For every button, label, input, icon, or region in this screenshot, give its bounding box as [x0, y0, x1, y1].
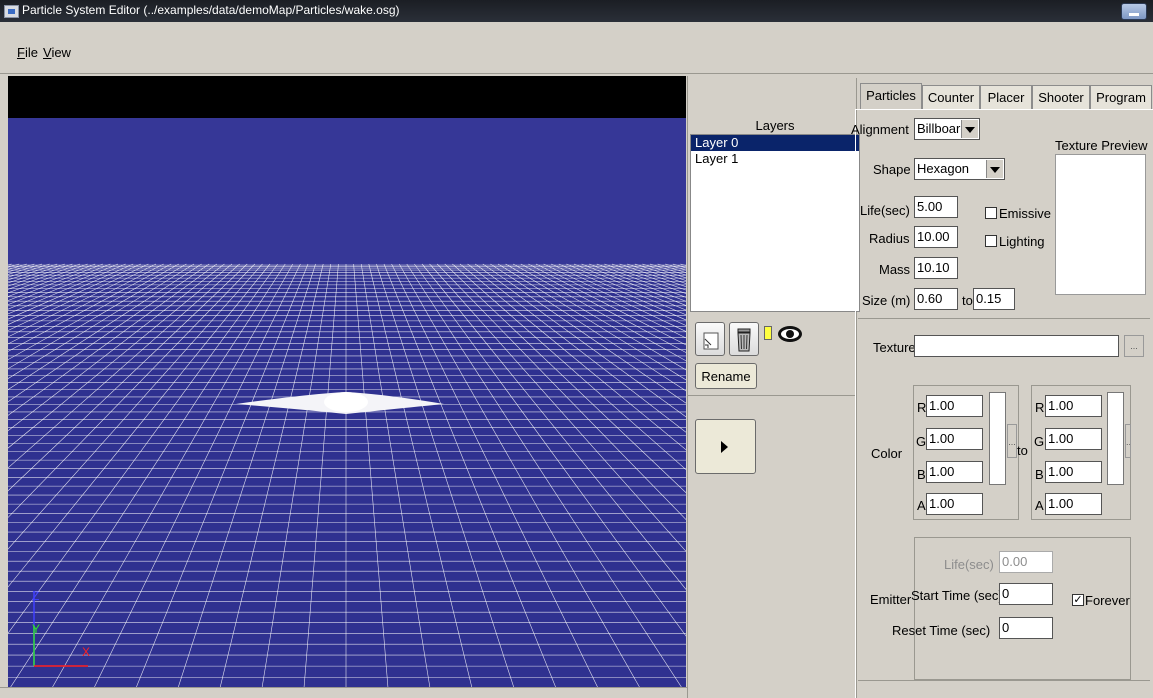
color-to-g-label: G [1034, 434, 1045, 449]
title-bar: Particle System Editor (../examples/data… [0, 0, 1153, 22]
color-label: Color [871, 446, 903, 461]
layers-list[interactable]: Layer 0 Layer 1 [690, 134, 860, 312]
color-to-b-label: B [1035, 467, 1044, 482]
color-to-picker-button[interactable]: ... [1125, 424, 1131, 458]
visibility-toggle[interactable] [774, 322, 808, 348]
checkmark-icon: ✓ [1073, 594, 1083, 606]
menu-view[interactable]: View [43, 45, 71, 60]
color-from-r-label: R [917, 400, 927, 415]
rename-button[interactable]: Rename [695, 363, 757, 389]
tab-placer[interactable]: Placer [980, 85, 1032, 109]
emitter-label: Emitter [870, 592, 912, 607]
layer-item-0[interactable]: Layer 0 [691, 135, 859, 151]
chevron-down-icon [961, 120, 978, 138]
color-from-g-label: G [916, 434, 927, 449]
radius-label: Radius [869, 231, 910, 246]
particle-core [324, 392, 368, 412]
size-to-input[interactable]: 0.15 [973, 288, 1015, 310]
app-icon [4, 5, 19, 18]
color-from-picker-button[interactable]: ... [1007, 424, 1017, 458]
size-from-input[interactable]: 0.60 [914, 288, 958, 310]
tab-program[interactable]: Program [1090, 85, 1152, 109]
axis-x-label: X [82, 645, 91, 659]
life-label: Life(sec) [860, 203, 910, 218]
texture-input[interactable] [914, 335, 1119, 357]
mass-label: Mass [879, 262, 911, 277]
radius-input[interactable]: 10.00 [914, 226, 958, 248]
color-to-label: to [1017, 443, 1028, 458]
viewport-divider [687, 76, 688, 698]
life-input[interactable]: 5.00 [914, 196, 958, 218]
color-to-preview-slider[interactable] [1107, 392, 1124, 485]
size-to-label: to [962, 293, 973, 308]
shape-value: Hexagon [917, 161, 970, 176]
color-to-b-input[interactable]: 1.00 [1045, 461, 1102, 483]
texture-label: Texture [873, 340, 916, 355]
bottom-divider [858, 680, 1150, 681]
delete-layer-button[interactable] [729, 322, 759, 356]
tab-particles[interactable]: Particles [860, 83, 922, 110]
color-from-g-input[interactable]: 1.00 [926, 428, 983, 450]
texture-browse-button[interactable]: ... [1124, 335, 1144, 357]
minimize-button[interactable] [1121, 3, 1147, 20]
color-from-b-label: B [917, 467, 926, 482]
menu-bar: File View [0, 33, 1153, 74]
new-layer-icon [703, 332, 719, 350]
3d-viewport[interactable]: Z Y X [8, 76, 686, 688]
alignment-label: Alignment [851, 122, 909, 137]
window-title: Particle System Editor (../examples/data… [22, 3, 400, 17]
color-from-b-input[interactable]: 1.00 [926, 461, 983, 483]
color-from-preview-slider[interactable] [989, 392, 1006, 485]
emitter-life-input: 0.00 [999, 551, 1053, 573]
start-time-label: Start Time (sec) [911, 588, 1003, 603]
color-to-g-input[interactable]: 1.00 [1045, 428, 1102, 450]
texture-preview [1055, 154, 1146, 295]
viewport-ground [8, 264, 686, 688]
alignment-value: Billboard [917, 121, 968, 136]
forever-checkbox[interactable]: ✓ [1072, 594, 1084, 606]
emitter-life-label: Life(sec) [944, 557, 994, 572]
emissive-label: Emissive [999, 206, 1052, 221]
alignment-select[interactable]: Billboard [914, 118, 980, 140]
mass-input[interactable]: 10.10 [914, 257, 958, 279]
layer-color-swatch[interactable] [764, 326, 772, 340]
viewport-sky [8, 118, 686, 264]
layers-title: Layers [755, 118, 795, 133]
color-to-a-label: A [1035, 498, 1044, 513]
start-time-input[interactable]: 0 [999, 583, 1053, 605]
lighting-label: Lighting [999, 234, 1045, 249]
texture-preview-label: Texture Preview [1055, 138, 1148, 153]
color-to-r-input[interactable]: 1.00 [1045, 395, 1102, 417]
color-to-r-label: R [1035, 400, 1045, 415]
lighting-checkbox[interactable] [985, 235, 997, 247]
color-to-a-input[interactable]: 1.00 [1045, 493, 1102, 515]
size-label: Size (m) [862, 293, 911, 308]
reset-time-input[interactable]: 0 [999, 617, 1053, 639]
reset-time-label: Reset Time (sec) [892, 623, 991, 638]
tab-counter[interactable]: Counter [922, 85, 980, 109]
chevron-down-icon [986, 160, 1003, 178]
trash-icon [737, 328, 751, 352]
color-from-r-input[interactable]: 1.00 [926, 395, 983, 417]
shape-label: Shape [873, 162, 911, 177]
new-layer-button[interactable] [695, 322, 725, 356]
shape-select[interactable]: Hexagon [914, 158, 1005, 180]
emissive-checkbox[interactable] [985, 207, 997, 219]
layers-divider [688, 395, 856, 396]
axis-z-label: Z [32, 589, 40, 603]
play-button[interactable] [695, 419, 756, 474]
color-from-a-input[interactable]: 1.00 [926, 493, 983, 515]
status-divider [0, 687, 688, 688]
viewport-scene [8, 118, 686, 688]
color-from-a-label: A [917, 498, 926, 513]
forever-label: Forever [1085, 593, 1130, 608]
section-divider [858, 318, 1150, 319]
layer-item-1[interactable]: Layer 1 [691, 151, 859, 167]
axis-y-label: Y [32, 622, 41, 636]
visibility-eye-icon [778, 326, 802, 342]
tab-shooter[interactable]: Shooter [1032, 85, 1090, 109]
menu-file[interactable]: File [17, 45, 38, 60]
